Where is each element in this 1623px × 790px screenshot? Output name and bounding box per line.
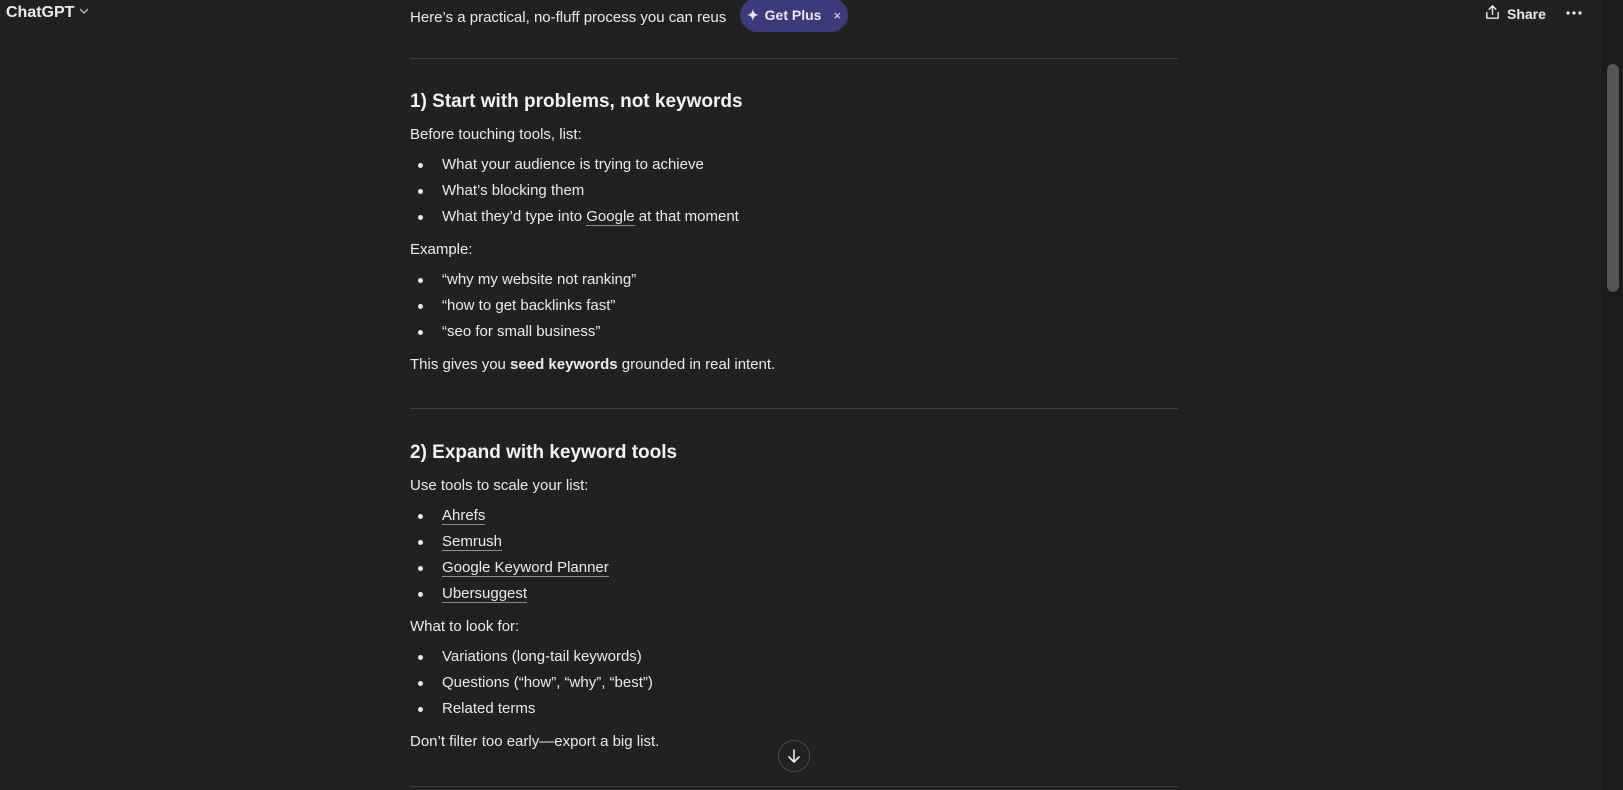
section-2-lead: Use tools to scale your list:: [410, 477, 589, 494]
section-1: 1) Start with problems, not keywords Bef…: [410, 89, 1178, 378]
get-plus-banner[interactable]: ✦ Get Plus ×: [740, 0, 848, 32]
scrollbar-thumb[interactable]: [1607, 64, 1619, 292]
google-link[interactable]: Google: [586, 208, 635, 226]
section-2: 2) Expand with keyword tools Use tools t…: [410, 440, 1178, 755]
chat-app: ChatGPT Share ✦ Get Plus × Here’s a prac…: [0, 0, 1623, 790]
keyword-planner-link[interactable]: Google Keyword Planner: [442, 559, 609, 577]
section-divider: [410, 408, 1178, 409]
share-label: Share: [1507, 6, 1546, 22]
list-item: Google Keyword Planner: [410, 555, 1178, 581]
list-item: What your audience is trying to achieve: [410, 152, 1178, 178]
model-name: ChatGPT: [6, 4, 75, 21]
list-item: Questions (“how”, “why”, “best”): [410, 670, 1178, 696]
list-item: What they’d type into Google at that mom…: [410, 204, 1178, 230]
scrollbar[interactable]: [1601, 0, 1623, 790]
chevron-down-icon: [78, 4, 90, 22]
ahrefs-link[interactable]: Ahrefs: [442, 507, 486, 525]
ellipsis-icon: [1566, 11, 1582, 15]
share-icon: [1484, 4, 1501, 24]
example-label: Example:: [410, 241, 473, 258]
look-for-label: What to look for:: [410, 618, 520, 635]
section-1-summary: This gives you seed keywords grounded in…: [410, 356, 776, 373]
arrow-down-icon: [788, 749, 800, 763]
section-1-lead: Before touching tools, list:: [410, 126, 582, 143]
more-options-button[interactable]: [1562, 3, 1586, 23]
sparkle-icon: ✦: [746, 6, 759, 23]
section-divider: [410, 58, 1178, 59]
list-item: “how to get backlinks fast”: [410, 293, 1178, 319]
get-plus-label: Get Plus: [764, 7, 822, 23]
ubersuggest-link[interactable]: Ubersuggest: [442, 585, 528, 603]
tools-list: Ahrefs Semrush Google Keyword Planner Ub…: [410, 503, 1178, 607]
section-2-title: 2) Expand with keyword tools: [410, 442, 678, 463]
look-for-list: Variations (long-tail keywords) Question…: [410, 644, 1178, 722]
intro-text: Here’s a practical, no-fluff process you…: [410, 9, 727, 26]
section-1-title: 1) Start with problems, not keywords: [410, 91, 743, 112]
share-button[interactable]: Share: [1484, 4, 1546, 24]
list-item: Variations (long-tail keywords): [410, 644, 1178, 670]
semrush-link[interactable]: Semrush: [442, 533, 503, 551]
model-selector[interactable]: ChatGPT: [6, 4, 90, 22]
list-item: “seo for small business”: [410, 319, 1178, 345]
list-item: Ubersuggest: [410, 581, 1178, 607]
list-item: Related terms: [410, 696, 1178, 722]
close-icon[interactable]: ×: [833, 8, 841, 23]
audience-list: What your audience is trying to achieve …: [410, 152, 1178, 230]
list-item: Semrush: [410, 529, 1178, 555]
list-item: What’s blocking them: [410, 178, 1178, 204]
section-divider: [410, 786, 1178, 787]
list-item: “why my website not ranking”: [410, 267, 1178, 293]
example-list: “why my website not ranking” “how to get…: [410, 267, 1178, 345]
list-item: Ahrefs: [410, 503, 1178, 529]
scroll-to-bottom-button[interactable]: [778, 740, 810, 772]
